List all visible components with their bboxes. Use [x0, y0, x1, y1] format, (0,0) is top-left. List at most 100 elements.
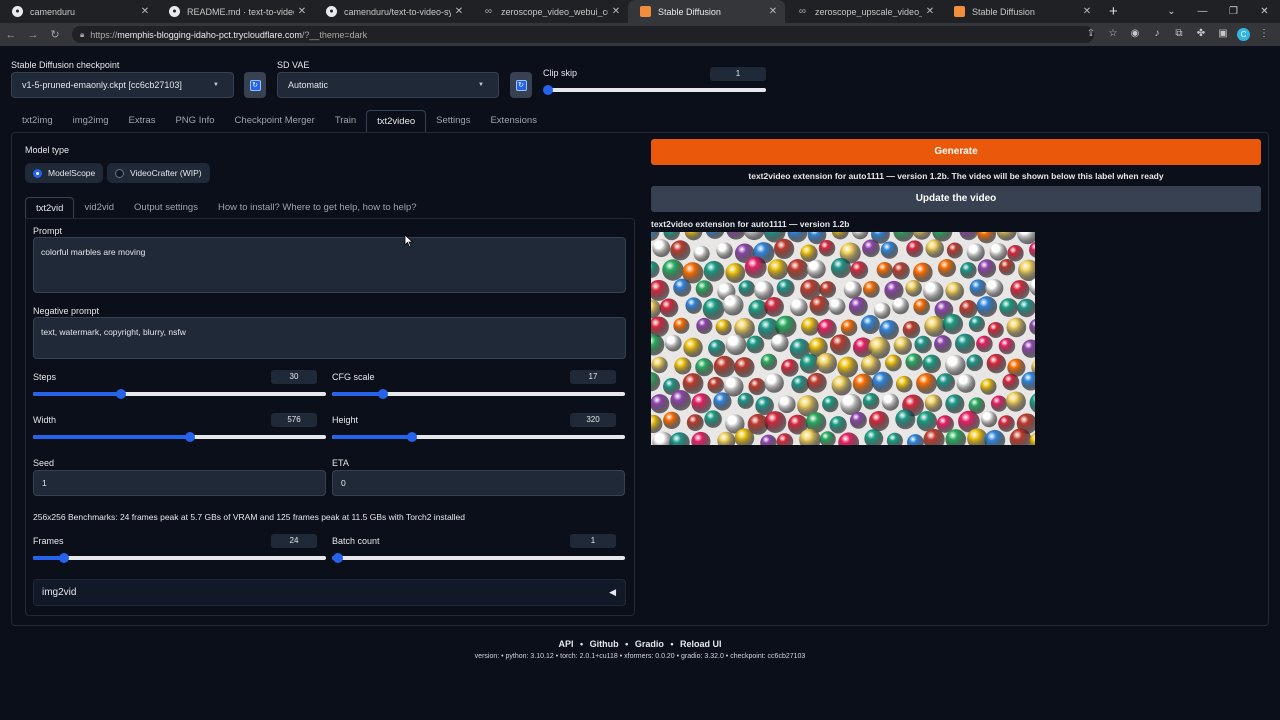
- slider-thumb[interactable]: [407, 432, 417, 442]
- browser-tab[interactable]: ∞ zeroscope_upscale_video_webui✕: [785, 0, 942, 23]
- close-window-icon[interactable]: ✕: [1249, 6, 1280, 17]
- clip-skip-slider[interactable]: [543, 85, 766, 95]
- refresh-vae-button[interactable]: ↻: [510, 72, 532, 98]
- footer-link-api[interactable]: API: [558, 639, 573, 649]
- slider-thumb[interactable]: [378, 389, 388, 399]
- eta-input[interactable]: 0: [332, 470, 625, 496]
- menu-icon[interactable]: ⋮: [1256, 26, 1272, 42]
- update-video-button[interactable]: Update the video: [651, 186, 1261, 212]
- steps-slider[interactable]: [33, 389, 326, 399]
- marble: [651, 356, 668, 374]
- tab-extensions[interactable]: Extensions: [480, 110, 546, 132]
- browser-tab[interactable]: ● camenduru/text-to-video-synth✕: [314, 0, 471, 23]
- width-number[interactable]: 576: [271, 413, 317, 427]
- marble: [945, 354, 966, 376]
- minimize-icon[interactable]: —: [1187, 6, 1218, 17]
- slider-thumb[interactable]: [543, 85, 553, 95]
- share-icon[interactable]: ⇪: [1083, 26, 1099, 42]
- cfg-scale-number[interactable]: 17: [570, 370, 616, 384]
- new-tab-icon[interactable]: +: [1109, 3, 1118, 20]
- marble: [737, 392, 754, 409]
- height-slider[interactable]: [332, 432, 625, 442]
- clip-skip-number[interactable]: 1: [710, 67, 766, 81]
- close-icon[interactable]: ✕: [765, 6, 781, 17]
- marble: [764, 411, 787, 434]
- chevron-down-icon[interactable]: ⌄: [1156, 6, 1187, 17]
- close-icon[interactable]: ✕: [451, 6, 467, 17]
- slider-thumb[interactable]: [185, 432, 195, 442]
- star-icon[interactable]: ☆: [1105, 26, 1121, 42]
- back-icon[interactable]: ←: [0, 29, 22, 41]
- frames-number[interactable]: 24: [271, 534, 317, 548]
- tab-extras[interactable]: Extras: [119, 110, 166, 132]
- tab-img2img[interactable]: img2img: [63, 110, 119, 132]
- browser-tab[interactable]: ∞ zeroscope_video_webui_colab.ip✕: [471, 0, 628, 23]
- generate-button[interactable]: Generate: [651, 139, 1261, 165]
- slider-thumb[interactable]: [116, 389, 126, 399]
- vae-label: SD VAE: [277, 60, 310, 70]
- extension-icon[interactable]: ♪: [1149, 26, 1165, 42]
- cfg-scale-slider[interactable]: [332, 389, 625, 399]
- restore-icon[interactable]: ❐: [1218, 6, 1249, 17]
- radio-videocrafter[interactable]: VideoCrafter (WIP): [107, 163, 210, 183]
- tab-settings[interactable]: Settings: [426, 110, 480, 132]
- batch-count-slider[interactable]: [332, 553, 625, 563]
- footer-link-reload-ui[interactable]: Reload UI: [680, 639, 722, 649]
- tab-how-to-install[interactable]: How to install? Where to get help, how t…: [208, 197, 427, 219]
- sidebar-icon[interactable]: ▣: [1215, 26, 1231, 42]
- steps-number[interactable]: 30: [271, 370, 317, 384]
- tab-txt2vid[interactable]: txt2vid: [25, 197, 75, 219]
- url-field[interactable]: 🔒︎ https://memphis-blogging-idaho-pct.tr…: [72, 26, 1094, 43]
- seed-input[interactable]: 1: [33, 470, 326, 496]
- close-icon[interactable]: ✕: [294, 6, 310, 17]
- marble: [999, 298, 1019, 317]
- width-slider[interactable]: [33, 432, 326, 442]
- puzzle-icon[interactable]: ✤: [1193, 26, 1209, 42]
- marble: [968, 315, 985, 333]
- footer-link-gradio[interactable]: Gradio: [635, 639, 664, 649]
- close-icon[interactable]: ✕: [608, 6, 624, 17]
- marble: [954, 333, 976, 354]
- browser-tab[interactable]: Stable Diffusion ✕: [942, 0, 1099, 23]
- checkpoint-select[interactable]: v1-5-pruned-emaonly.ckpt [cc6cb27103] ▼: [11, 72, 234, 98]
- slider-thumb[interactable]: [333, 553, 343, 563]
- tab-txt2img[interactable]: txt2img: [12, 110, 63, 132]
- tab-output-settings[interactable]: Output settings: [124, 197, 208, 219]
- tab-checkpoint-merger[interactable]: Checkpoint Merger: [225, 110, 325, 132]
- video-player[interactable]: [651, 232, 1035, 445]
- extension-icon[interactable]: ◉: [1127, 26, 1143, 42]
- marble: [876, 261, 893, 279]
- sd-icon: [640, 6, 651, 17]
- marble: [1021, 371, 1035, 391]
- marble: [662, 259, 684, 281]
- marble: [703, 260, 725, 282]
- tab-train[interactable]: Train: [325, 110, 366, 132]
- tab-txt2video[interactable]: txt2video: [366, 110, 427, 132]
- reload-icon[interactable]: ↻: [44, 28, 66, 41]
- forward-icon[interactable]: →: [22, 29, 44, 41]
- slider-thumb[interactable]: [59, 553, 69, 563]
- close-icon[interactable]: ✕: [1079, 6, 1095, 17]
- prompt-textarea[interactable]: colorful marbles are moving: [33, 237, 626, 293]
- close-icon[interactable]: ✕: [922, 6, 938, 17]
- marble: [849, 411, 867, 429]
- browser-tab[interactable]: ● camenduru ✕: [0, 0, 157, 23]
- frames-slider[interactable]: [33, 553, 326, 563]
- img2vid-accordion[interactable]: img2vid ◀: [33, 579, 626, 606]
- radio-modelscope[interactable]: ModelScope: [25, 163, 104, 183]
- height-number[interactable]: 320: [570, 413, 616, 427]
- marble: [776, 279, 795, 298]
- footer-link-github[interactable]: Github: [590, 639, 619, 649]
- extension-icon[interactable]: ⧉: [1171, 26, 1187, 42]
- marble: [838, 432, 860, 445]
- negative-prompt-textarea[interactable]: text, watermark, copyright, blurry, nsfw: [33, 317, 626, 359]
- tab-vid2vid[interactable]: vid2vid: [74, 197, 124, 219]
- browser-tab-active[interactable]: Stable Diffusion ✕: [628, 0, 785, 23]
- vae-select[interactable]: Automatic ▼: [277, 72, 499, 98]
- refresh-checkpoint-button[interactable]: ↻: [244, 72, 266, 98]
- profile-avatar[interactable]: C: [1237, 27, 1250, 41]
- browser-tab[interactable]: ● README.md · text-to-video-synth✕: [157, 0, 314, 23]
- batch-count-number[interactable]: 1: [570, 534, 616, 548]
- close-icon[interactable]: ✕: [137, 6, 153, 17]
- tab-png-info[interactable]: PNG Info: [165, 110, 224, 132]
